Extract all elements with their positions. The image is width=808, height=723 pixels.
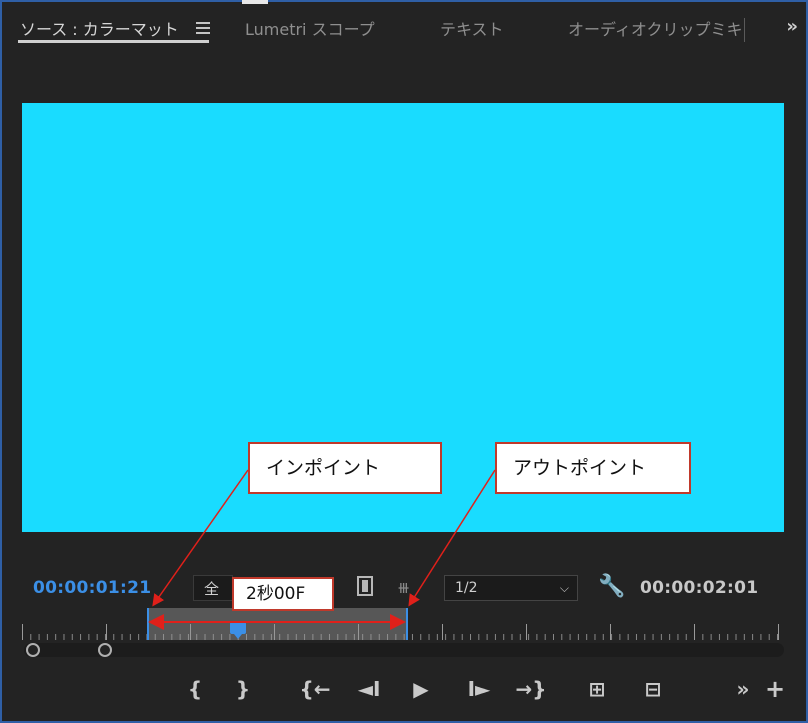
zoom-handle-right[interactable] [98,643,112,657]
mark-in-button[interactable]: { [180,676,210,702]
go-to-in-button[interactable]: {← [298,676,332,702]
tab-audio-clip-mixer[interactable]: オーディオクリップミキ [568,16,744,40]
step-back-button[interactable]: ◄I [352,676,386,702]
callout-in-point: インポイント [248,442,442,494]
more-controls-button[interactable]: » [728,676,758,702]
callout-duration: 2秒00F [232,577,334,611]
mark-out-button[interactable]: } [228,676,258,702]
tab-divider [744,18,745,42]
zoom-handle-left[interactable] [26,643,40,657]
play-button[interactable]: ▶ [406,676,436,702]
tab-source[interactable]: ソース : カラーマット [20,16,179,40]
callout-out-point: アウトポイント [495,442,691,494]
add-button[interactable]: + [760,676,790,702]
tab-text[interactable]: テキスト [440,16,504,40]
in-point-marker[interactable] [147,608,149,640]
chevron-down-icon: ⌵ [559,581,569,595]
playhead[interactable] [230,622,246,639]
go-to-out-button[interactable]: →} [514,676,548,702]
playback-resolution-value: 1/2 [455,580,478,596]
fit-select[interactable]: 全体 [193,575,233,601]
tab-overflow-icon[interactable]: » [786,16,798,37]
duration-timecode: 00:00:02:01 [640,578,759,598]
out-point-marker[interactable] [406,608,408,640]
playback-resolution-select[interactable]: 1/2 ⌵ [444,575,578,601]
current-timecode[interactable]: 00:00:01:21 [33,578,151,598]
zoom-scrollbar[interactable] [24,643,784,657]
step-forward-button[interactable]: I► [462,676,496,702]
panel-menu-icon[interactable] [196,22,210,34]
drag-audio-icon[interactable]: ⧻ [397,578,410,597]
tab-lumetri-scopes[interactable]: Lumetri スコープ [245,16,375,40]
wrench-icon[interactable]: 🔧 [598,574,625,599]
insert-button[interactable]: ⊞ [580,676,614,702]
in-out-range[interactable] [148,608,408,640]
drag-video-icon[interactable] [357,576,373,596]
active-tab-underline [18,40,209,43]
overwrite-button[interactable]: ⊟ [636,676,670,702]
